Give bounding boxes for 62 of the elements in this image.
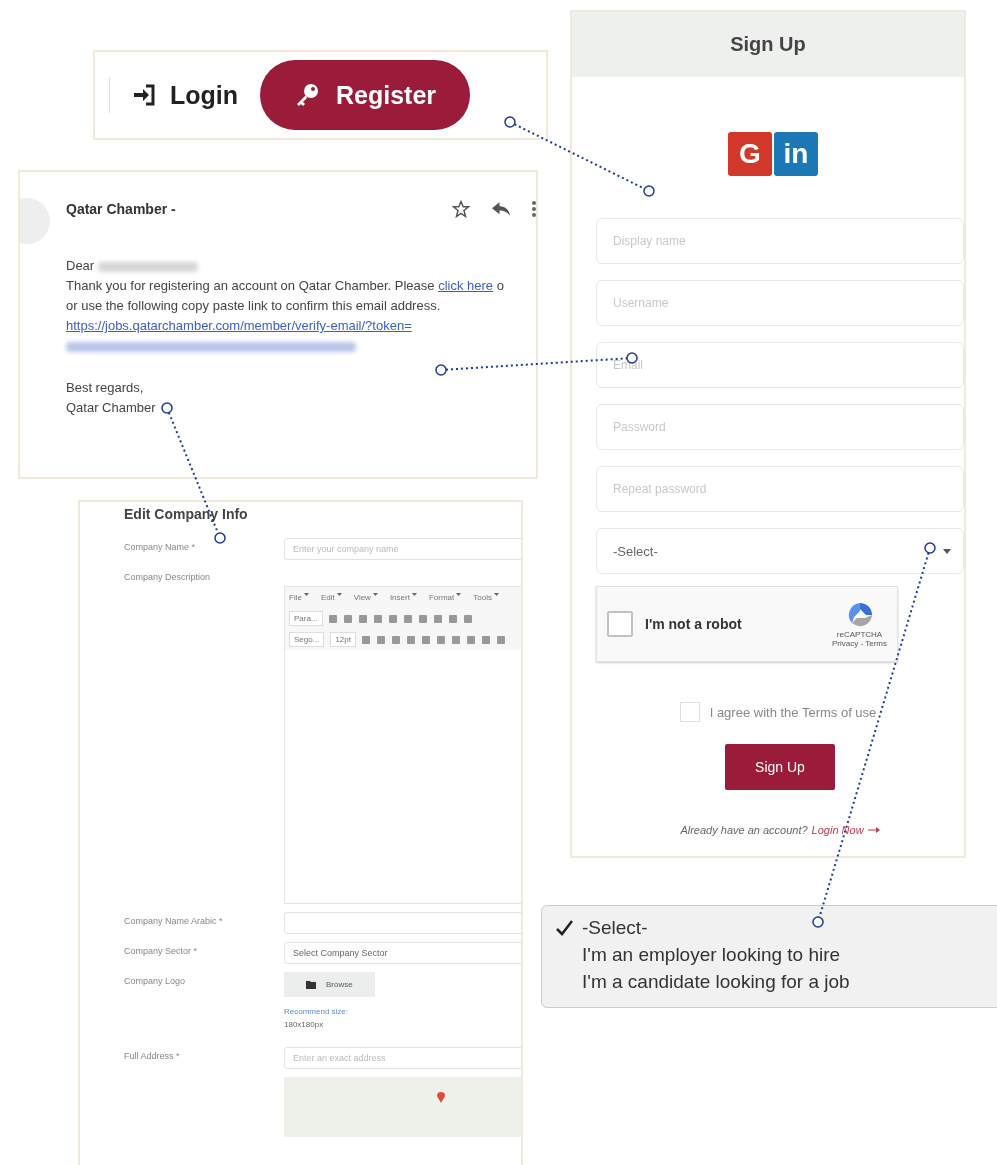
dropdown-option[interactable]: I'm a candidate looking for a job bbox=[556, 968, 997, 995]
email-sender: Qatar Chamber - bbox=[66, 201, 176, 217]
register-button[interactable]: Register bbox=[260, 60, 471, 130]
social-login-button[interactable]: G bbox=[728, 132, 772, 176]
text-field[interactable] bbox=[284, 912, 521, 934]
hint-text: Recommend size: bbox=[284, 1007, 350, 1016]
signup-button[interactable]: Sign Up bbox=[725, 744, 835, 790]
editor-menu-item[interactable]: Edit bbox=[320, 593, 335, 602]
captcha-label: I'm not a robot bbox=[645, 616, 743, 632]
caret-icon bbox=[372, 593, 378, 596]
editor-menu-item[interactable]: View bbox=[353, 593, 371, 602]
email-text: or use the following copy paste link to confirm this email address. bbox=[66, 297, 442, 315]
arrow-icon bbox=[867, 827, 880, 833]
field-label: Company Logo bbox=[124, 975, 187, 988]
captcha-links: Privacy - Terms bbox=[832, 639, 887, 648]
sector-select[interactable]: Select Company Sector bbox=[284, 942, 521, 964]
caret-icon bbox=[336, 593, 342, 596]
hint-text: 180x180px bbox=[284, 1020, 325, 1029]
reply-icon[interactable] bbox=[492, 202, 510, 216]
closing-text: Best regards, bbox=[66, 379, 145, 397]
size-select[interactable]: 12pt bbox=[330, 632, 356, 647]
social-login-button[interactable]: in bbox=[774, 132, 818, 176]
captcha-brand: reCAPTCHA bbox=[836, 630, 883, 639]
form-title: Edit Company Info bbox=[124, 506, 249, 522]
login-button[interactable]: Login bbox=[128, 76, 243, 114]
caret-icon bbox=[303, 593, 309, 596]
field-label: Company Name * bbox=[124, 541, 197, 554]
rich-text-editor[interactable]: File Edit View Insert Format Tools Para... Sego... 12pt bbox=[284, 586, 521, 904]
folder-icon bbox=[306, 980, 316, 989]
signature-text: Qatar Chamber bbox=[66, 399, 157, 417]
terms-label: I agree with the Terms of use bbox=[709, 704, 877, 720]
editor-menu-item[interactable]: Tools bbox=[473, 593, 492, 602]
captcha-checkbox[interactable] bbox=[607, 611, 633, 637]
email-text: Thank you for registering an account on Qatar Chamber. Please click here o bbox=[66, 277, 505, 295]
field-label: Company Description bbox=[124, 571, 212, 584]
greeting-text: Dear bbox=[66, 258, 95, 273]
click-here-link[interactable]: click here bbox=[438, 278, 494, 293]
login-icon bbox=[132, 84, 156, 106]
footer-text: Already have an account? bbox=[680, 824, 808, 836]
field-label: Company Sector * bbox=[124, 945, 199, 958]
field-label: Company Name Arabic * bbox=[124, 915, 224, 928]
browse-button[interactable]: Browse bbox=[284, 972, 375, 997]
terms-checkbox[interactable] bbox=[679, 702, 700, 722]
editor-menu-item[interactable]: Format bbox=[428, 593, 455, 602]
caret-icon bbox=[456, 593, 462, 596]
font-select[interactable]: Sego... bbox=[289, 632, 325, 647]
paragraph-select[interactable]: Para... bbox=[289, 611, 323, 626]
signup-title: Sign Up bbox=[572, 12, 964, 77]
more-icon[interactable] bbox=[532, 201, 536, 217]
caret-icon bbox=[493, 593, 499, 596]
verify-link[interactable]: https://jobs.qatarchamber.com/member/verify-email/?token= bbox=[66, 318, 412, 333]
field-label: Full Address * bbox=[124, 1050, 181, 1063]
editor-menu-item[interactable]: File bbox=[289, 593, 302, 602]
editor-menu-item[interactable]: Insert bbox=[389, 593, 410, 602]
caret-icon bbox=[411, 593, 417, 596]
login-now-link[interactable]: Login Now bbox=[811, 824, 880, 836]
star-icon[interactable] bbox=[452, 200, 470, 218]
role-select[interactable]: -Select- bbox=[596, 528, 964, 574]
caret-icon bbox=[943, 548, 951, 554]
dropdown-option[interactable]: I'm an employer looking to hire bbox=[556, 941, 997, 968]
checkmark-icon bbox=[556, 919, 573, 936]
dropdown-option[interactable]: -Select- bbox=[556, 914, 997, 941]
